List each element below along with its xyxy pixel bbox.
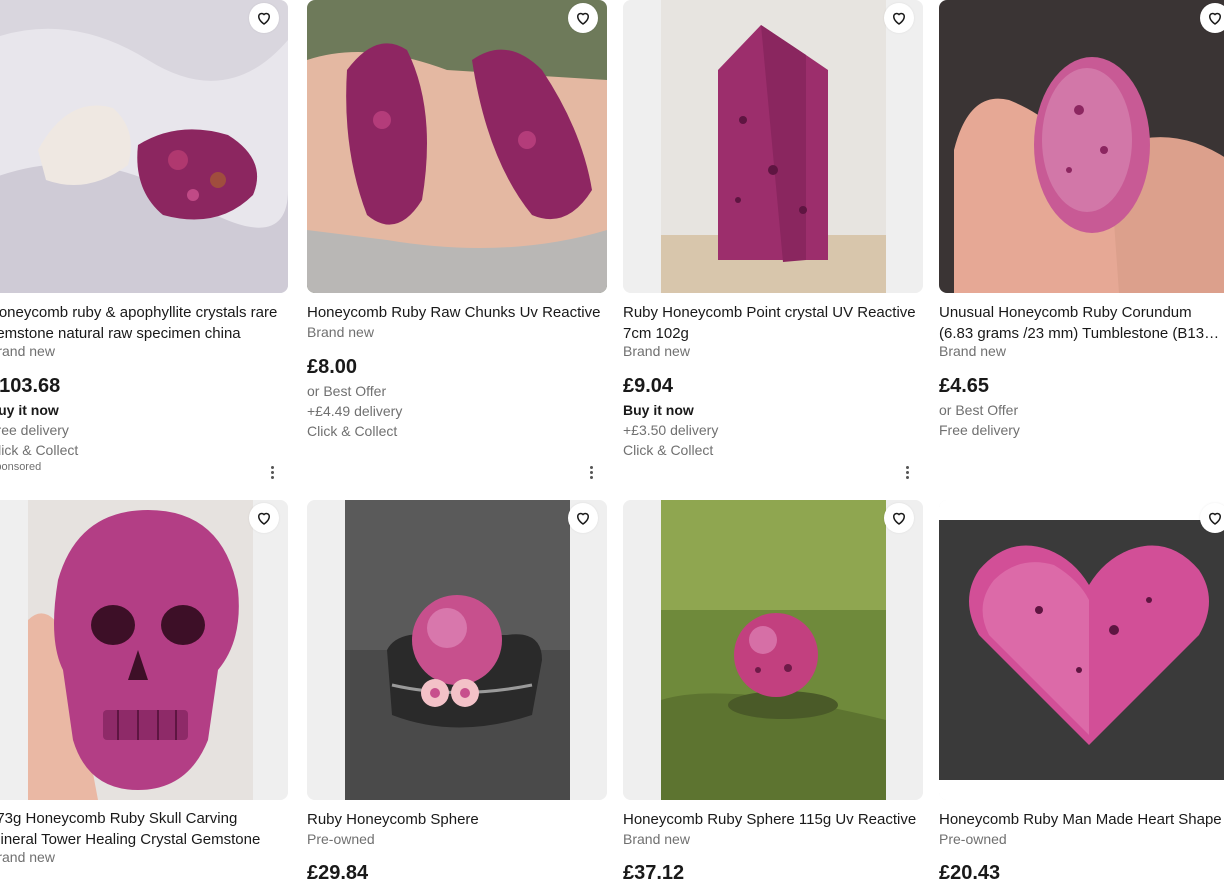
- listing-image[interactable]: [939, 0, 1224, 293]
- listing-image[interactable]: [623, 0, 923, 293]
- listing-image[interactable]: [0, 500, 288, 800]
- watch-button[interactable]: [249, 503, 279, 533]
- listing-condition: Brand new: [0, 849, 55, 865]
- delivery-info: Free delivery: [939, 422, 1020, 438]
- product-photo: [623, 0, 923, 293]
- listing-condition: Pre-owned: [939, 831, 1007, 847]
- heart-outline-icon: [257, 12, 271, 25]
- listing-title[interactable]: Ruby Honeycomb Sphere: [307, 809, 605, 830]
- vertical-ellipsis-icon[interactable]: [271, 466, 275, 479]
- watch-button[interactable]: [1200, 503, 1224, 533]
- vertical-ellipsis-icon[interactable]: [906, 466, 910, 479]
- listing-title[interactable]: Ruby Honeycomb Point crystal UV Reactive…: [623, 302, 921, 344]
- heart-outline-icon: [576, 12, 590, 25]
- listing-price: £103.68: [0, 375, 61, 397]
- listing-condition: Pre-owned: [307, 831, 375, 847]
- sponsored-label: Sponsored: [0, 461, 42, 473]
- product-photo: [307, 500, 607, 800]
- buy-format: Buy it now: [0, 402, 59, 418]
- collect-info: Click & Collect: [623, 442, 714, 458]
- heart-outline-icon: [257, 512, 271, 525]
- listing-condition: Brand new: [0, 343, 55, 359]
- product-photo: [939, 0, 1224, 293]
- listing-image[interactable]: [623, 500, 923, 800]
- listing-image[interactable]: [939, 500, 1224, 800]
- buy-format: Buy it now: [623, 402, 694, 418]
- listing-title[interactable]: Honeycomb Ruby Sphere 115g Uv Reactive: [623, 809, 921, 830]
- listing-image[interactable]: [307, 0, 607, 293]
- listing-price: £4.65: [939, 375, 990, 397]
- listing-price: £37.12: [623, 862, 685, 884]
- listing-condition: Brand new: [307, 324, 374, 340]
- product-photo: [0, 500, 288, 800]
- heart-outline-icon: [576, 512, 590, 525]
- listing-condition: Brand new: [939, 343, 1006, 359]
- collect-info: Click & Collect: [0, 442, 79, 458]
- watch-button[interactable]: [1200, 3, 1224, 33]
- listing-price: £29.84: [307, 862, 369, 884]
- heart-outline-icon: [1208, 512, 1222, 525]
- watch-button[interactable]: [568, 503, 598, 533]
- watch-button[interactable]: [884, 503, 914, 533]
- product-photo: [307, 0, 607, 293]
- listing-title[interactable]: Honeycomb Ruby Raw Chunks Uv Reactive: [307, 302, 605, 323]
- best-offer: or Best Offer: [307, 383, 387, 399]
- product-photo: [0, 0, 288, 293]
- listing-title[interactable]: Honeycomb ruby & apophyllite crystals ra…: [0, 302, 286, 344]
- watch-button[interactable]: [568, 3, 598, 33]
- listing-price: £20.43: [939, 862, 1001, 884]
- heart-outline-icon: [892, 512, 906, 525]
- listing-price: £9.04: [623, 375, 674, 397]
- delivery-info: Free delivery: [0, 422, 69, 438]
- product-photo: [939, 500, 1224, 800]
- listing-title[interactable]: 273g Honeycomb Ruby Skull Carving Minera…: [0, 808, 286, 850]
- delivery-info: +£3.50 delivery: [623, 422, 719, 438]
- collect-info: Click & Collect: [307, 423, 398, 439]
- listing-image[interactable]: [0, 0, 288, 293]
- delivery-info: +£4.49 delivery: [307, 403, 403, 419]
- listing-price: £8.00: [307, 356, 358, 378]
- listing-condition: Brand new: [623, 343, 690, 359]
- heart-outline-icon: [892, 12, 906, 25]
- vertical-ellipsis-icon[interactable]: [590, 466, 594, 479]
- listing-title[interactable]: Unusual Honeycomb Ruby Corundum (6.83 gr…: [939, 302, 1224, 344]
- listing-condition: Brand new: [623, 831, 690, 847]
- product-photo: [623, 500, 923, 800]
- listing-title[interactable]: Honeycomb Ruby Man Made Heart Shape: [939, 809, 1224, 830]
- best-offer: or Best Offer: [939, 402, 1019, 418]
- listing-image[interactable]: [307, 500, 607, 800]
- heart-outline-icon: [1208, 12, 1222, 25]
- watch-button[interactable]: [249, 3, 279, 33]
- watch-button[interactable]: [884, 3, 914, 33]
